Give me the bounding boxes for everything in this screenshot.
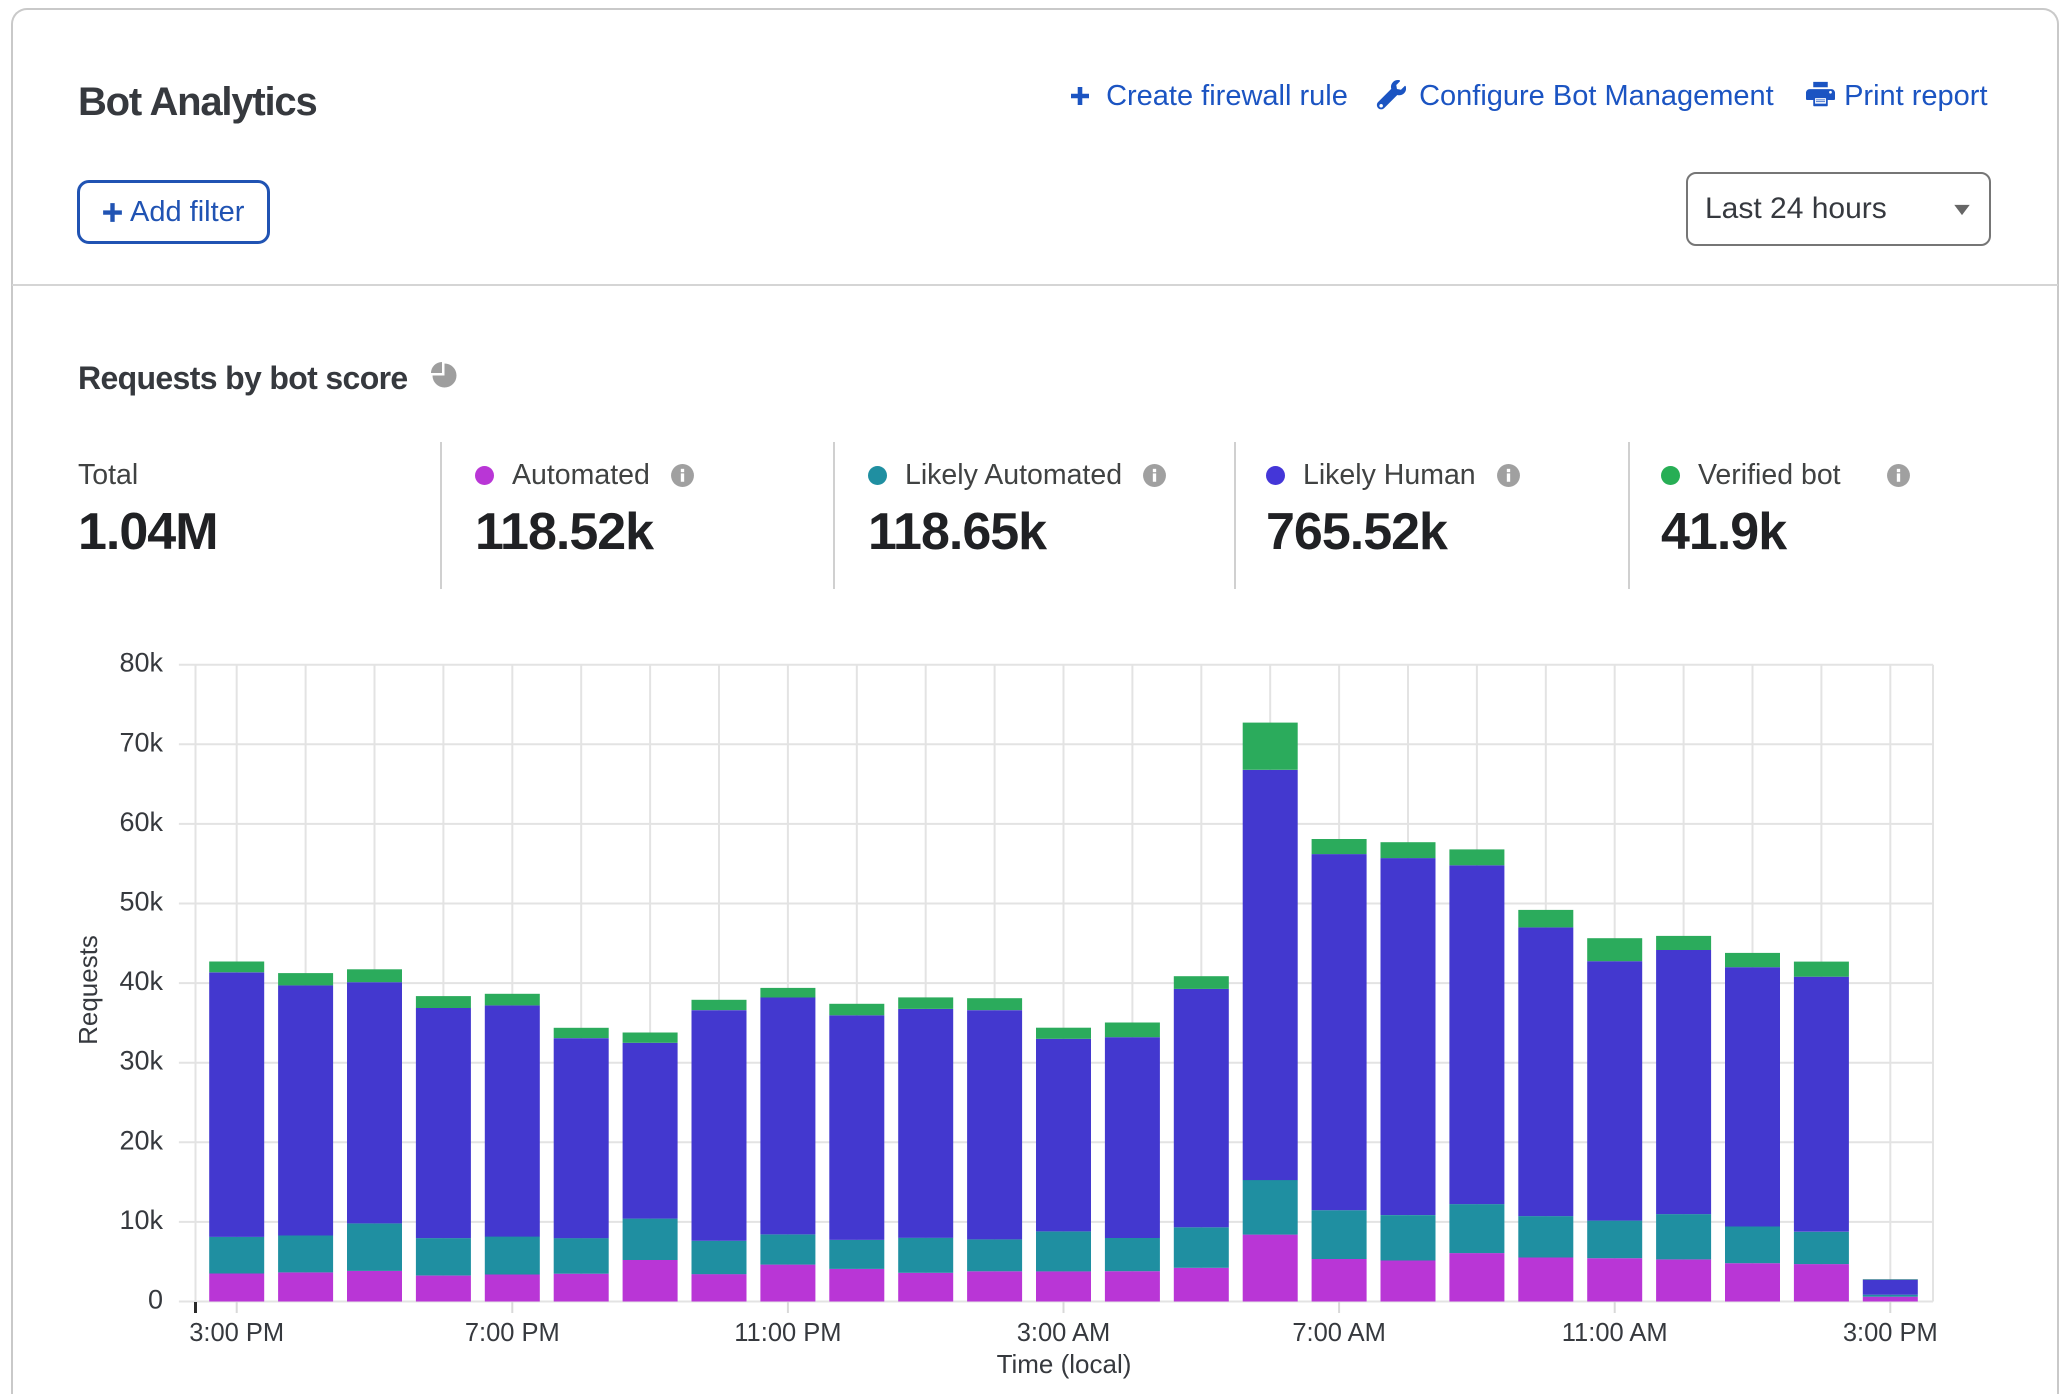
svg-text:Time (local): Time (local)	[997, 1349, 1132, 1379]
svg-text:50k: 50k	[119, 887, 163, 917]
svg-text:60k: 60k	[119, 807, 163, 837]
svg-text:40k: 40k	[119, 966, 163, 996]
svg-text:11:00 AM: 11:00 AM	[1562, 1319, 1668, 1347]
svg-text:3:00 PM: 3:00 PM	[1843, 1319, 1938, 1347]
svg-text:Requests: Requests	[73, 935, 103, 1045]
svg-text:11:00 PM: 11:00 PM	[734, 1319, 841, 1347]
svg-text:0: 0	[148, 1285, 163, 1315]
svg-text:80k: 80k	[119, 648, 163, 678]
svg-text:3:00 PM: 3:00 PM	[189, 1319, 284, 1347]
svg-text:7:00 PM: 7:00 PM	[465, 1319, 560, 1347]
svg-text:70k: 70k	[119, 727, 163, 757]
svg-text:3:00 AM: 3:00 AM	[1017, 1319, 1111, 1347]
svg-text:10k: 10k	[119, 1205, 163, 1235]
svg-text:20k: 20k	[119, 1125, 163, 1155]
svg-text:30k: 30k	[119, 1046, 163, 1076]
svg-text:7:00 AM: 7:00 AM	[1292, 1319, 1386, 1347]
